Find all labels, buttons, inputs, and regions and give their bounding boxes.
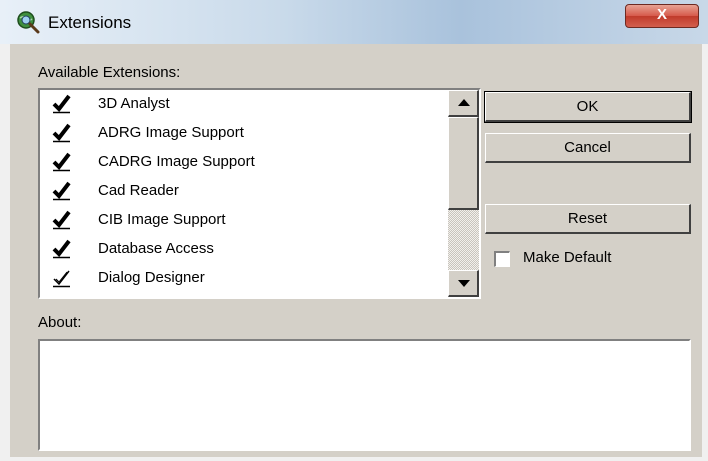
- list-item[interactable]: Database Access: [40, 235, 448, 264]
- list-item-label: Cad Reader: [98, 182, 179, 199]
- scroll-down-button[interactable]: [448, 270, 479, 297]
- dialog-body: Available Extensions: 3D Analyst ADRG Ima…: [10, 44, 702, 457]
- list-item-label: CADRG Image Support: [98, 153, 255, 170]
- about-label: About:: [38, 314, 82, 331]
- outline-check-icon[interactable]: [52, 268, 72, 288]
- list-item[interactable]: Dialog Designer: [40, 264, 448, 293]
- list-item[interactable]: CADRG Image Support: [40, 148, 448, 177]
- make-default-label: Make Default: [523, 249, 612, 266]
- list-item-label: 3D Analyst: [98, 95, 170, 112]
- title-bar[interactable]: Extensions X: [0, 0, 708, 44]
- bold-check-icon[interactable]: [52, 239, 72, 259]
- reset-button[interactable]: Reset: [485, 204, 691, 234]
- extensions-dialog: Extensions X Available Extensions: 3D An…: [0, 0, 708, 461]
- list-item[interactable]: Cad Reader: [40, 177, 448, 206]
- list-item[interactable]: CIB Image Support: [40, 206, 448, 235]
- list-item-label: Dialog Designer: [98, 269, 205, 286]
- globe-magnifier-icon: [17, 11, 40, 34]
- list-item-label: CIB Image Support: [98, 211, 226, 228]
- make-default-checkbox[interactable]: [494, 251, 510, 267]
- bold-check-icon[interactable]: [52, 210, 72, 230]
- available-extensions-label: Available Extensions:: [38, 64, 181, 81]
- bold-check-icon[interactable]: [52, 152, 72, 172]
- close-button[interactable]: X: [625, 4, 699, 28]
- bold-check-icon[interactable]: [52, 181, 72, 201]
- arrow-up-icon: [458, 99, 470, 106]
- extensions-listbox[interactable]: 3D Analyst ADRG Image Support CADRG Image …: [38, 88, 481, 299]
- list-item[interactable]: 3D Analyst: [40, 90, 448, 119]
- scroll-up-button[interactable]: [448, 90, 479, 117]
- list-item-label: Database Access: [98, 240, 214, 257]
- list-item-label: ADRG Image Support: [98, 124, 244, 141]
- extensions-list: 3D Analyst ADRG Image Support CADRG Image …: [40, 90, 448, 297]
- ok-button[interactable]: OK: [484, 91, 692, 123]
- about-text-box[interactable]: [38, 339, 691, 451]
- window-title: Extensions: [48, 13, 132, 32]
- bold-check-icon[interactable]: [52, 94, 72, 114]
- scroll-thumb[interactable]: [448, 117, 479, 210]
- cancel-button[interactable]: Cancel: [485, 133, 691, 163]
- arrow-down-icon: [458, 280, 470, 287]
- list-scrollbar[interactable]: [448, 90, 479, 297]
- close-icon: X: [656, 6, 667, 23]
- list-item[interactable]: ADRG Image Support: [40, 119, 448, 148]
- bold-check-icon[interactable]: [52, 123, 72, 143]
